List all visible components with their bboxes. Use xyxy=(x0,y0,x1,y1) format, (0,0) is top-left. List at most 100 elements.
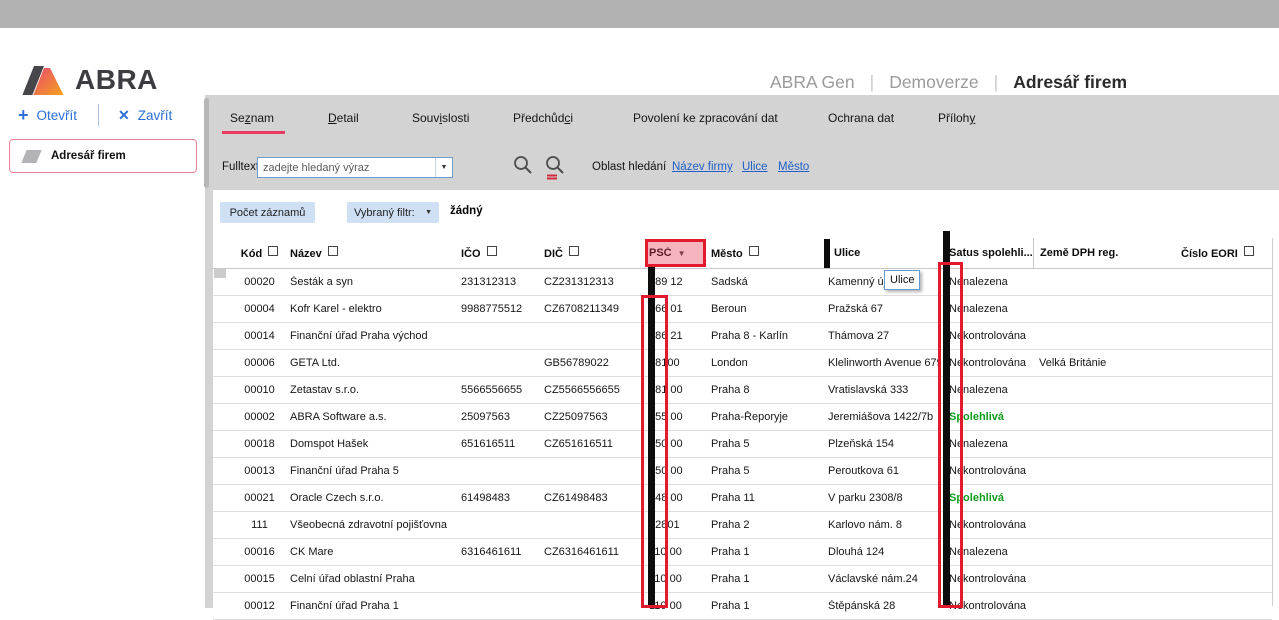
table-row[interactable]: 00018Domspot Hašek651616511CZ65161651115… xyxy=(213,431,1272,458)
cell-ulice: Václavské nám.24 xyxy=(821,573,941,585)
abra-logo-mark-icon xyxy=(20,64,68,96)
cell-kod: 00002 xyxy=(231,411,288,423)
annotation-psc-header-highlight xyxy=(645,239,706,267)
combobox-dropdown-arrow-icon[interactable]: ▼ xyxy=(435,158,452,177)
scope-link-2[interactable]: Město xyxy=(778,161,809,173)
checkbox-indicator-icon xyxy=(328,246,338,256)
column-header-6[interactable]: Ulice xyxy=(821,247,941,259)
open-button-label: Otevřít xyxy=(37,108,78,123)
cell-dic: CZ6316461611 xyxy=(541,546,646,558)
column-header-1[interactable]: Název xyxy=(288,246,458,260)
close-button[interactable]: ✕ Zavřít xyxy=(118,103,172,127)
search-filtered-icon[interactable] xyxy=(543,154,567,180)
cell-nazev: Finanční úřad Praha východ xyxy=(288,330,458,342)
ulice-tooltip: Ulice xyxy=(884,270,920,290)
sidebar-scrollbar-thumb[interactable] xyxy=(204,98,209,188)
selected-filter-dropdown[interactable]: Vybraný filtr: ▼ xyxy=(347,202,439,223)
column-header-3[interactable]: DIČ xyxy=(541,246,646,260)
column-header-9[interactable]: Číslo EORI xyxy=(1173,246,1272,260)
search-placeholder: zadejte hledaný výraz xyxy=(258,162,435,174)
column-label: Ulice xyxy=(834,247,860,259)
open-button[interactable]: + Otevřít xyxy=(18,103,77,127)
fulltext-label: Fulltext xyxy=(222,161,259,173)
tab-label-part: Příloh xyxy=(938,111,969,125)
table-row[interactable]: 00012Finanční úřad Praha 1110 00Praha 1Š… xyxy=(213,593,1272,620)
tab-4[interactable]: Povolení ke zpracování dat xyxy=(633,111,778,130)
tab-3[interactable]: Předchůdci xyxy=(513,111,573,130)
table-row[interactable]: 00016CK Mare6316461611CZ6316461611110 00… xyxy=(213,539,1272,566)
cell-nazev: Šesták a syn xyxy=(288,276,458,288)
current-row-indicator xyxy=(214,269,226,278)
cell-mesto: Praha 5 xyxy=(706,438,821,450)
cell-dic: CZ61498483 xyxy=(541,492,646,504)
scope-link-0[interactable]: Název firmy xyxy=(672,161,733,173)
table-body: 00020Šesták a syn231312313CZ231312313289… xyxy=(213,269,1272,620)
table-row[interactable]: 00020Šesták a syn231312313CZ231312313289… xyxy=(213,269,1272,296)
table-row[interactable]: 00021Oracle Czech s.r.o.61498483CZ614984… xyxy=(213,485,1272,512)
tab-6[interactable]: Přílohy xyxy=(938,111,975,130)
cell-dic: CZ231312313 xyxy=(541,276,646,288)
tab-label-part: Se xyxy=(230,111,245,125)
table-row[interactable]: 00010Zetastav s.r.o.5566556655CZ55665566… xyxy=(213,377,1272,404)
tab-1[interactable]: Detail xyxy=(328,111,359,130)
tab-2[interactable]: Souvislosti xyxy=(412,111,469,130)
tab-0[interactable]: Seznam xyxy=(230,111,274,130)
table-row[interactable]: 00004Kofr Karel - elektro9988775512CZ670… xyxy=(213,296,1272,323)
cell-mesto: Praha 1 xyxy=(706,573,821,585)
table-row[interactable]: 111Všeobecná zdravotní pojišťovna12801Pr… xyxy=(213,512,1272,539)
table-row[interactable]: 00006GETA Ltd.GB5678902218100LondonKleli… xyxy=(213,350,1272,377)
cell-mesto: London xyxy=(706,357,821,369)
column-label: Země DPH reg. xyxy=(1040,247,1118,259)
column-separator xyxy=(1272,238,1273,606)
table-row[interactable]: 00015Celní úřad oblastní Praha110 00Prah… xyxy=(213,566,1272,593)
cell-nazev: GETA Ltd. xyxy=(288,357,458,369)
annotation-red-box-psc-column xyxy=(641,295,668,608)
tab-bar: SeznamDetailSouvislostiPředchůdciPovolen… xyxy=(205,95,1279,140)
tab-label-part: i xyxy=(570,111,573,125)
checkbox-indicator-icon xyxy=(487,246,497,256)
close-x-icon: ✕ xyxy=(118,108,130,122)
cell-nazev: Kofr Karel - elektro xyxy=(288,303,458,315)
selected-filter-value: žádný xyxy=(450,205,483,217)
search-icon[interactable] xyxy=(511,154,535,180)
plus-icon: + xyxy=(18,106,29,124)
table-row[interactable]: 00014Finanční úřad Praha východ186 21Pra… xyxy=(213,323,1272,350)
tab-5[interactable]: Ochrana dat xyxy=(828,111,894,130)
table-row[interactable]: 00002ABRA Software a.s.25097563CZ2509756… xyxy=(213,404,1272,431)
column-header-2[interactable]: IČO xyxy=(458,246,541,260)
checkbox-indicator-icon xyxy=(749,246,759,256)
cell-ulice: Pražská 67 xyxy=(821,303,941,315)
sidebar-item-adresar-firem[interactable]: Adresář firem xyxy=(9,139,197,173)
cell-nazev: Finanční úřad Praha 5 xyxy=(288,465,458,477)
cell-psc: 289 12 xyxy=(646,276,706,288)
record-count-button[interactable]: Počet záznamů xyxy=(220,202,315,223)
scope-link-1[interactable]: Ulice xyxy=(742,161,768,173)
cell-ulice: Thámova 27 xyxy=(821,330,941,342)
column-label: Satus spolehli... xyxy=(949,247,1033,259)
cell-ulice: Plzeňská 154 xyxy=(821,438,941,450)
cell-ico: 231312313 xyxy=(458,276,541,288)
cell-mesto: Praha 1 xyxy=(706,546,821,558)
tab-label-part: Předchůd xyxy=(513,111,564,125)
table-row[interactable]: 00013Finanční úřad Praha 5150 00Praha 5P… xyxy=(213,458,1272,485)
cell-ulice: Vratislavská 333 xyxy=(821,384,941,396)
search-scope-label: Oblast hledání xyxy=(592,161,666,173)
column-header-0[interactable]: Kód xyxy=(231,246,288,260)
cell-kod: 00014 xyxy=(231,330,288,342)
cell-ico: 6316461611 xyxy=(458,546,541,558)
breadcrumb-separator: | xyxy=(994,72,999,93)
cell-mesto: Praha 2 xyxy=(706,519,821,531)
breadcrumb: ABRA Gen | Demoverze | Adresář firem xyxy=(770,72,1127,93)
column-header-8[interactable]: Země DPH reg. xyxy=(1033,238,1173,268)
cell-nazev: Zetastav s.r.o. xyxy=(288,384,458,396)
fulltext-search-row: Fulltext zadejte hledaný výraz ▼ Oblast … xyxy=(205,140,1279,190)
cell-ulice: Dlouhá 124 xyxy=(821,546,941,558)
tab-label-part: Souv xyxy=(412,111,439,125)
column-header-5[interactable]: Město xyxy=(706,246,821,260)
cell-ulice: Štěpánská 28 xyxy=(821,600,941,612)
column-label: IČO xyxy=(461,248,481,260)
toolbar-divider xyxy=(98,104,99,126)
column-header-7[interactable]: Satus spolehli... xyxy=(941,247,1033,259)
tab-label-part: slosti xyxy=(442,111,469,125)
fulltext-search-input[interactable]: zadejte hledaný výraz ▼ xyxy=(257,157,453,178)
